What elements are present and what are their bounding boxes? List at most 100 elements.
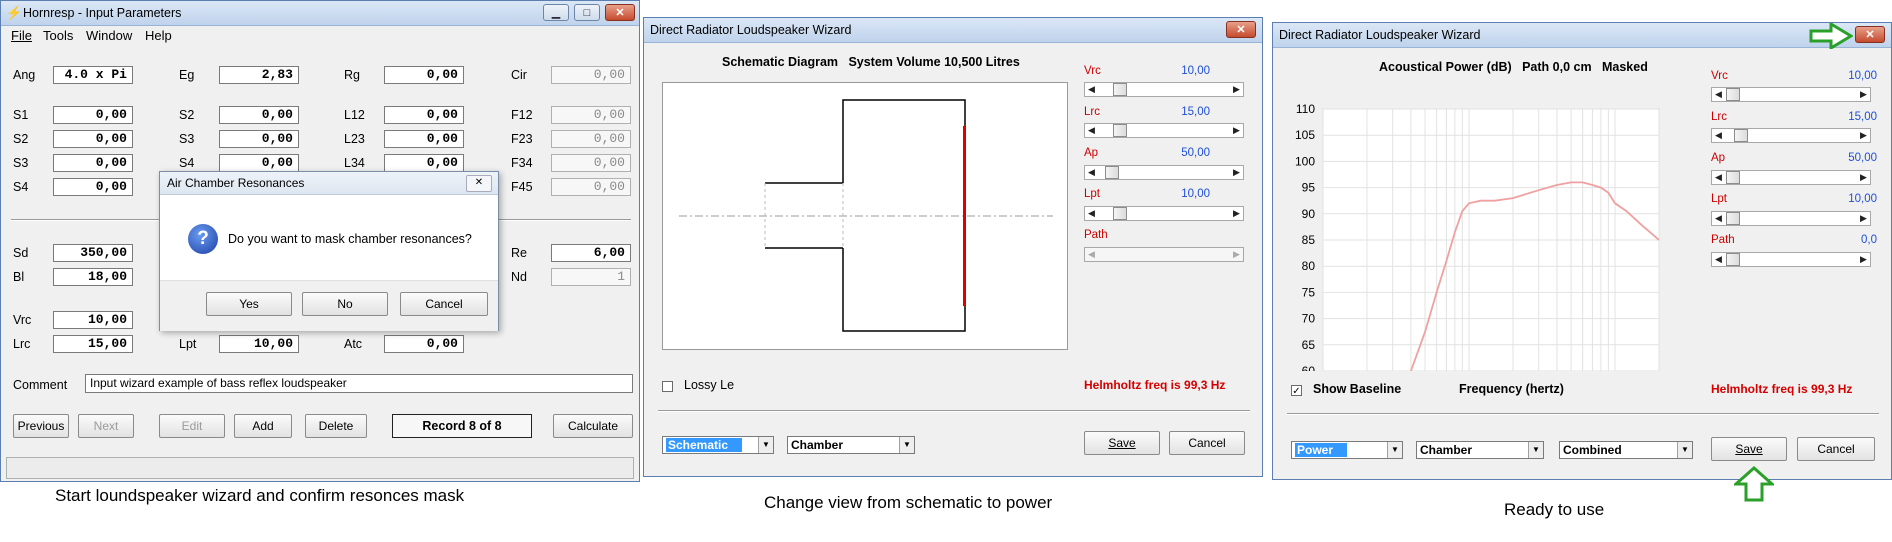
menu-window[interactable]: Window (86, 28, 132, 43)
lrc-slider[interactable]: ◀ ▶ (1711, 128, 1871, 143)
bl-field[interactable]: 18,00 (53, 268, 133, 286)
scroll-right-icon[interactable]: ▶ (1857, 129, 1870, 142)
previous-button[interactable]: Previous (13, 414, 69, 438)
y-tick-label: 65 (1302, 338, 1316, 352)
scroll-right-icon[interactable]: ▶ (1857, 212, 1870, 225)
l23-field[interactable]: 0,00 (384, 130, 464, 148)
scroll-right-icon[interactable]: ▶ (1857, 88, 1870, 101)
eg-field[interactable]: 2,83 (219, 66, 299, 84)
chevron-down-icon[interactable]: ▼ (899, 437, 914, 453)
chamber-select[interactable]: Chamber ▼ (1416, 441, 1544, 459)
slider-thumb[interactable] (1726, 88, 1740, 101)
re-field[interactable]: 6,00 (551, 244, 631, 262)
chevron-down-icon[interactable]: ▼ (758, 437, 773, 453)
scroll-left-icon[interactable]: ◀ (1085, 124, 1098, 137)
scroll-left-icon[interactable]: ◀ (1712, 171, 1725, 184)
ang-field[interactable]: 4.0 x Pi (53, 66, 133, 84)
scroll-right-icon[interactable]: ▶ (1230, 248, 1243, 261)
lpt-slider[interactable]: ◀ ▶ (1711, 211, 1871, 226)
lossy-le-checkbox[interactable] (662, 381, 673, 392)
path-slider[interactable]: ◀ ▶ (1084, 247, 1244, 262)
scroll-left-icon[interactable]: ◀ (1712, 88, 1725, 101)
lrc-field[interactable]: 15,00 (53, 335, 133, 353)
view-select[interactable]: Schematic ▼ (662, 436, 774, 454)
atc-field[interactable]: 0,00 (384, 335, 464, 353)
scroll-left-icon[interactable]: ◀ (1085, 166, 1098, 179)
cancel-button[interactable]: Cancel (400, 292, 488, 316)
show-baseline-checkbox[interactable]: ✓ (1291, 385, 1302, 397)
scroll-right-icon[interactable]: ▶ (1230, 83, 1243, 96)
slider-thumb[interactable] (1726, 212, 1740, 225)
vrc-slider[interactable]: ◀ ▶ (1084, 82, 1244, 97)
lpt-slider[interactable]: ◀ ▶ (1084, 206, 1244, 221)
scroll-right-icon[interactable]: ▶ (1857, 171, 1870, 184)
chevron-down-icon[interactable]: ▼ (1677, 442, 1692, 458)
add-button[interactable]: Add (234, 414, 292, 438)
ap-slider[interactable]: ◀ ▶ (1711, 170, 1871, 185)
scroll-right-icon[interactable]: ▶ (1857, 253, 1870, 266)
path-slider[interactable]: ◀ ▶ (1711, 252, 1871, 267)
scroll-right-icon[interactable]: ▶ (1230, 124, 1243, 137)
close-button[interactable]: ✕ (1855, 26, 1885, 43)
menu-file[interactable]: File (11, 28, 32, 43)
vrc-field[interactable]: 10,00 (53, 311, 133, 329)
slider-thumb[interactable] (1113, 124, 1127, 137)
cancel-button[interactable]: Cancel (1797, 437, 1875, 461)
s3-field[interactable]: 0,00 (53, 154, 133, 172)
close-button[interactable]: ✕ (605, 4, 635, 21)
calculate-button[interactable]: Calculate (553, 414, 633, 438)
slider-thumb[interactable] (1113, 83, 1127, 96)
s4-field[interactable]: 0,00 (53, 178, 133, 196)
view-select[interactable]: Power ▼ (1291, 441, 1403, 459)
edit-button[interactable]: Edit (159, 414, 225, 438)
sd-field[interactable]: 350,00 (53, 244, 133, 262)
no-button[interactable]: No (302, 292, 388, 316)
comment-field[interactable]: Input wizard example of bass reflex loud… (85, 374, 633, 393)
chevron-down-icon[interactable]: ▼ (1387, 442, 1402, 458)
save-button[interactable]: Save (1084, 431, 1160, 455)
menu-tools[interactable]: Tools (43, 28, 73, 43)
menu-help[interactable]: Help (145, 28, 172, 43)
dialog-close-icon[interactable]: ✕ (466, 175, 492, 192)
cancel-button[interactable]: Cancel (1169, 431, 1245, 455)
s1-field[interactable]: 0,00 (53, 106, 133, 124)
scroll-left-icon[interactable]: ◀ (1712, 212, 1725, 225)
window-title: Direct Radiator Loudspeaker Wizard (650, 23, 852, 37)
scroll-left-icon[interactable]: ◀ (1085, 207, 1098, 220)
slider-thumb[interactable] (1726, 171, 1740, 184)
chevron-down-icon[interactable]: ▼ (1528, 442, 1543, 458)
combined-select[interactable]: Combined ▼ (1559, 441, 1693, 459)
dialog-message: Do you want to mask chamber resonances? (228, 232, 472, 246)
slider-thumb[interactable] (1734, 129, 1748, 142)
chamber-select[interactable]: Chamber ▼ (787, 436, 915, 454)
lpt-slider-value: 10,00 (1848, 193, 1877, 205)
lrc-slider[interactable]: ◀ ▶ (1084, 123, 1244, 138)
slider-thumb[interactable] (1726, 253, 1740, 266)
scroll-right-icon[interactable]: ▶ (1230, 166, 1243, 179)
rg-field[interactable]: 0,00 (384, 66, 464, 84)
delete-button[interactable]: Delete (305, 414, 367, 438)
record-indicator: Record 8 of 8 (392, 414, 532, 438)
l34-field[interactable]: 0,00 (384, 154, 464, 172)
scroll-left-icon[interactable]: ◀ (1712, 129, 1725, 142)
scroll-left-icon[interactable]: ◀ (1712, 253, 1725, 266)
ap-slider[interactable]: ◀ ▶ (1084, 165, 1244, 180)
scroll-left-icon[interactable]: ◀ (1085, 83, 1098, 96)
s3-field[interactable]: 0,00 (219, 130, 299, 148)
scroll-right-icon[interactable]: ▶ (1230, 207, 1243, 220)
yes-button[interactable]: Yes (206, 292, 292, 316)
scroll-left-icon[interactable]: ◀ (1085, 248, 1098, 261)
slider-thumb[interactable] (1113, 207, 1127, 220)
s2-field[interactable]: 0,00 (219, 106, 299, 124)
lpt-field[interactable]: 10,00 (219, 335, 299, 353)
minimize-button[interactable]: ▁ (543, 4, 569, 21)
vrc-slider[interactable]: ◀ ▶ (1711, 87, 1871, 102)
s2-field[interactable]: 0,00 (53, 130, 133, 148)
next-button[interactable]: Next (78, 414, 134, 438)
maximize-button[interactable]: □ (574, 4, 600, 21)
save-button[interactable]: Save (1711, 437, 1787, 461)
close-button[interactable]: ✕ (1226, 21, 1256, 38)
s4-field[interactable]: 0,00 (219, 154, 299, 172)
l12-field[interactable]: 0,00 (384, 106, 464, 124)
slider-thumb[interactable] (1105, 166, 1119, 179)
